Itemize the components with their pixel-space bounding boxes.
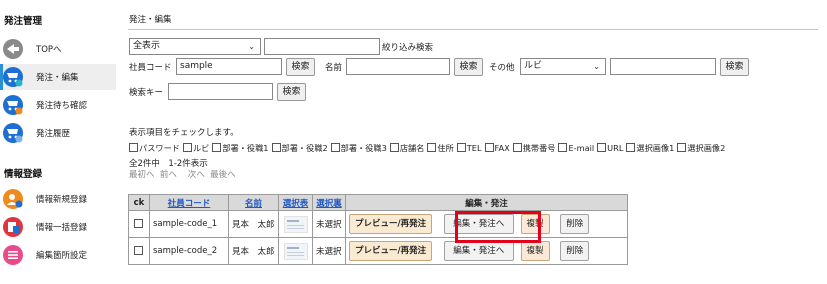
employee-code-label: 社員コード — [129, 63, 172, 73]
other-label: その他 — [489, 63, 515, 73]
header-select-front[interactable]: 選択表 — [278, 194, 313, 211]
sidebar-item-edit-settings[interactable]: 編集箇所設定 — [0, 242, 116, 268]
highlight-box — [455, 211, 541, 243]
narrow-search-label: 絞り込み検索 — [382, 43, 434, 53]
table-header-row: ck 社員コード 名前 選択表 選択裏 編集・発注 — [128, 194, 628, 211]
sidebar-item-label: 発注待ち確認 — [36, 101, 88, 111]
column-checkbox[interactable] — [427, 143, 437, 152]
order-waiting-icon — [3, 95, 23, 115]
main-content: 発注・編集 全表示 ⌄ 絞り込み検索 社員コード sample 検索 名前 検索 … — [118, 0, 827, 284]
name-cell: 見本 太郎 — [228, 210, 279, 238]
edit-settings-icon — [3, 245, 23, 265]
column-checkbox[interactable] — [271, 143, 281, 152]
card-thumbnail[interactable] — [283, 242, 308, 260]
columns-prompt: 表示項目をチェックします。 — [129, 128, 239, 138]
row-checkbox[interactable] — [134, 218, 143, 228]
order-history-icon — [3, 123, 23, 143]
sidebar-item-label: 編集箇所設定 — [36, 251, 88, 261]
search-key-label: 検索キー — [129, 88, 164, 98]
column-checkbox[interactable] — [626, 143, 636, 152]
name-input[interactable] — [346, 58, 450, 75]
section-title-info-registration: 情報登録 — [4, 169, 43, 180]
preview-reorder-button[interactable]: プレビュー/再発注 — [349, 214, 433, 234]
pagination: 最初へ 前へ 次へ 最後へ — [129, 168, 236, 180]
table-row: sample-code_1 見本 太郎 未選択 プレビュー/再発注 編集・発注へ… — [128, 210, 628, 238]
row-checkbox[interactable] — [134, 245, 143, 255]
column-checkbox[interactable] — [330, 143, 340, 152]
name-cell: 見本 太郎 — [228, 237, 279, 265]
column-checkbox[interactable] — [597, 143, 607, 152]
first-page-link[interactable]: 最初へ — [129, 170, 155, 180]
sidebar-item-order-waiting[interactable]: 発注待ち確認 — [0, 92, 116, 118]
column-checkbox[interactable] — [512, 143, 522, 152]
column-options: パスワード ルビ 部署・役職1 部署・役職2 部署・役職3 店舗名 住所 TEL FAX 携帯番号… — [129, 142, 728, 154]
header-ck: ck — [128, 194, 150, 211]
employee-code-input[interactable]: sample — [176, 58, 282, 75]
preview-reorder-button[interactable]: プレビュー/再発注 — [349, 241, 433, 261]
edit-order-button[interactable]: 編集・発注へ — [443, 241, 514, 261]
delete-button[interactable]: 削除 — [560, 214, 590, 234]
chevron-down-icon: ⌄ — [593, 62, 600, 71]
column-checkbox[interactable] — [677, 143, 687, 152]
sidebar-item-order-edit[interactable]: 発注・編集 — [0, 64, 116, 90]
order-edit-icon — [3, 67, 23, 87]
breadcrumb: 発注・編集 — [129, 15, 172, 25]
sidebar-item-label: 情報新規登録 — [36, 195, 88, 205]
sidebar-item-new-registration[interactable]: 情報新規登録 — [0, 186, 116, 212]
sidebar-item-label: TOPへ — [36, 45, 62, 55]
results-table: ck 社員コード 名前 選択表 選択裏 編集・発注 sample-code_1 … — [128, 194, 628, 265]
column-checkbox[interactable] — [558, 143, 568, 152]
sidebar-item-order-history[interactable]: 発注履歴 — [0, 120, 116, 146]
sidebar-item-top[interactable]: TOPへ — [0, 36, 116, 62]
card-thumbnail[interactable] — [283, 215, 308, 233]
copy-button[interactable]: 複製 — [520, 241, 550, 261]
column-checkbox[interactable] — [212, 143, 222, 152]
sidebar-item-label: 情報一括登録 — [36, 223, 88, 233]
last-page-link[interactable]: 最後へ — [210, 170, 236, 180]
chevron-down-icon: ⌄ — [248, 42, 255, 51]
name-search-button[interactable]: 検索 — [454, 58, 483, 76]
back-arrow-icon — [3, 39, 23, 59]
sidebar-item-bulk-registration[interactable]: 情報一括登録 — [0, 214, 116, 240]
column-checkbox[interactable] — [182, 143, 192, 152]
breadcrumb-divider — [128, 29, 818, 30]
column-checkbox[interactable] — [129, 143, 138, 152]
next-page-link[interactable]: 次へ — [188, 170, 205, 180]
employee-code-cell: sample-code_2 — [149, 237, 229, 265]
header-name[interactable]: 名前 — [228, 194, 279, 211]
search-key-input[interactable] — [168, 83, 273, 100]
employee-code-search-button[interactable]: 検索 — [286, 58, 315, 76]
other-input[interactable] — [610, 58, 716, 75]
other-search-button[interactable]: 検索 — [720, 58, 749, 76]
name-label: 名前 — [325, 63, 343, 73]
table-row: sample-code_2 見本 太郎 未選択 プレビュー/再発注 編集・発注へ… — [128, 237, 628, 265]
status-cell: 未選択 — [312, 210, 346, 238]
delete-button[interactable]: 削除 — [560, 241, 590, 261]
header-select-back[interactable]: 選択裏 — [312, 194, 346, 211]
sidebar: 発注管理 TOPへ 発注・編集 発注待ち確認 発注履歴 情報登録 情報新規登録 — [0, 0, 118, 284]
narrow-search-input[interactable] — [264, 38, 380, 55]
display-select[interactable]: 全表示 ⌄ — [129, 38, 261, 55]
section-title-order-management: 発注管理 — [4, 16, 43, 27]
sidebar-item-label: 発注履歴 — [36, 129, 71, 139]
other-select[interactable]: ルビ ⌄ — [520, 58, 606, 75]
new-registration-icon — [3, 189, 23, 209]
employee-code-cell: sample-code_1 — [149, 210, 229, 238]
sidebar-item-label: 発注・編集 — [36, 73, 79, 83]
header-employee-code[interactable]: 社員コード — [149, 194, 229, 211]
search-key-button[interactable]: 検索 — [277, 83, 306, 101]
bulk-registration-icon — [3, 217, 23, 237]
status-cell: 未選択 — [312, 237, 346, 265]
column-checkbox[interactable] — [389, 143, 399, 152]
prev-page-link[interactable]: 前へ — [160, 170, 177, 180]
header-edit-order: 編集・発注 — [345, 194, 628, 211]
column-checkbox[interactable] — [456, 143, 466, 152]
column-checkbox[interactable] — [484, 143, 494, 152]
